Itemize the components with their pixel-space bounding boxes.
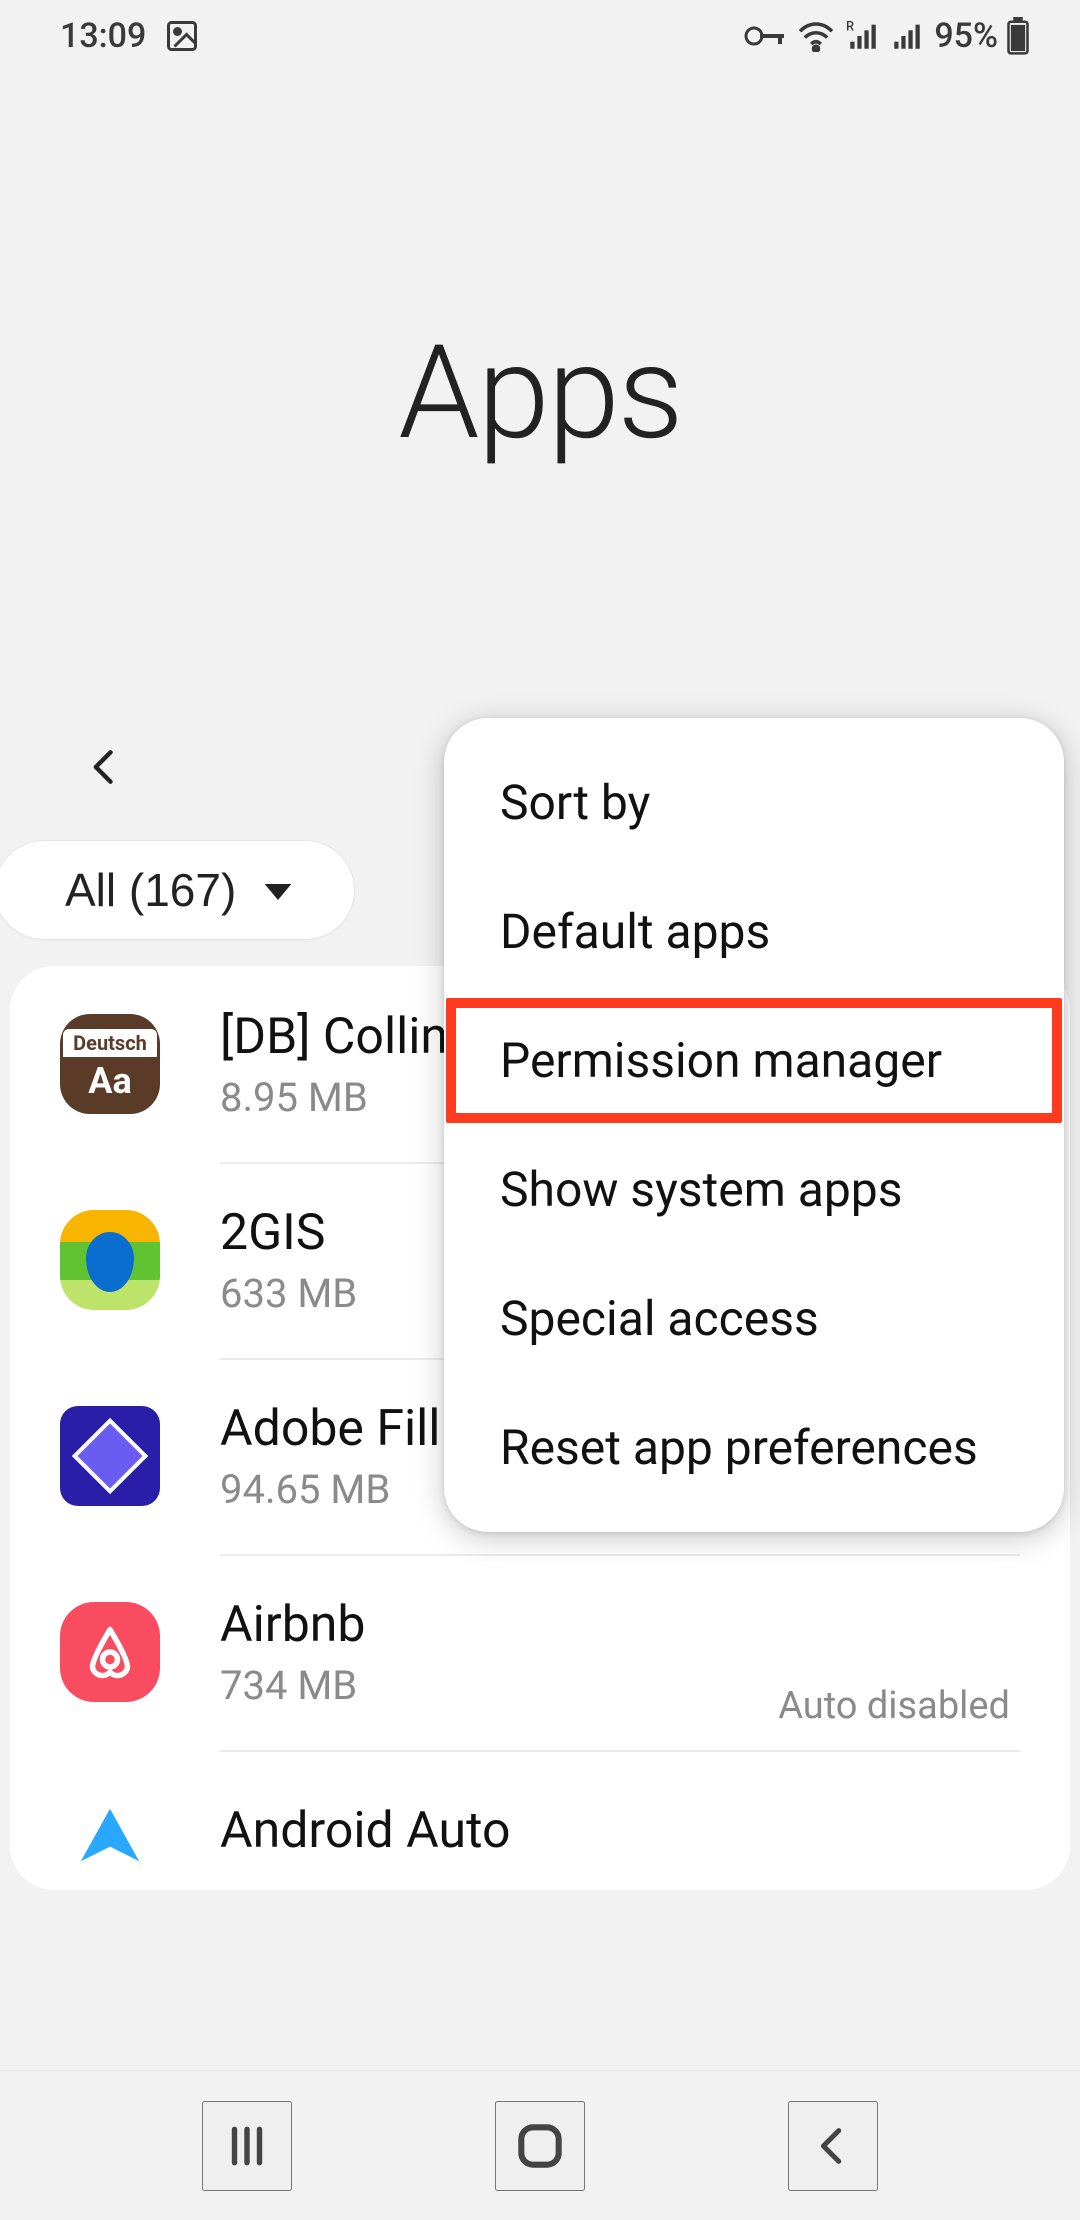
battery-percent: 95% <box>934 16 998 56</box>
key-icon <box>744 24 786 48</box>
app-icon-adobe <box>60 1406 160 1506</box>
app-row[interactable]: Airbnb 734 MB Auto disabled <box>10 1554 1070 1750</box>
signal-roaming-icon: R <box>846 19 880 53</box>
battery-icon <box>1006 17 1030 55</box>
back-icon <box>810 2118 856 2174</box>
status-time: 13:09 <box>60 16 146 56</box>
system-navbar <box>0 2070 1080 2220</box>
page-title: Apps <box>398 316 681 469</box>
app-icon-airbnb <box>60 1602 160 1702</box>
status-left: 13:09 <box>60 16 200 56</box>
nav-back[interactable] <box>788 2101 878 2191</box>
app-note: Auto disabled <box>778 1684 1010 1728</box>
app-icon-2gis <box>60 1210 160 1310</box>
recents-icon <box>222 2121 272 2171</box>
nav-recents[interactable] <box>202 2101 292 2191</box>
app-icon-collins: DeutschAa <box>60 1014 160 1114</box>
signal-icon <box>890 19 924 53</box>
svg-text:R: R <box>846 19 854 34</box>
image-icon <box>164 18 200 54</box>
caret-down-icon <box>262 881 294 903</box>
menu-reset-preferences[interactable]: Reset app preferences <box>444 1383 1064 1512</box>
wifi-icon <box>796 20 836 52</box>
app-row[interactable]: Android Auto <box>10 1750 1070 1890</box>
home-icon <box>512 2118 568 2174</box>
nav-home[interactable] <box>495 2101 585 2191</box>
menu-show-system-apps[interactable]: Show system apps <box>444 1125 1064 1254</box>
status-bar: 13:09 R 95% <box>0 0 1080 72</box>
menu-sort-by[interactable]: Sort by <box>444 738 1064 867</box>
battery-status: 95% <box>934 16 1030 56</box>
app-name: Android Auto <box>220 1802 1020 1860</box>
hero-area: Apps <box>0 72 1080 712</box>
filter-dropdown[interactable]: All (167) <box>0 840 355 940</box>
menu-permission-manager[interactable]: Permission manager <box>444 996 1064 1125</box>
back-button[interactable] <box>60 722 150 812</box>
chevron-left-icon <box>83 738 127 796</box>
filter-label: All (167) <box>65 863 236 917</box>
status-right: R 95% <box>744 16 1030 56</box>
menu-default-apps[interactable]: Default apps <box>444 867 1064 996</box>
menu-special-access[interactable]: Special access <box>444 1254 1064 1383</box>
overflow-menu: Sort by Default apps Permission manager … <box>444 718 1064 1532</box>
app-icon-android-auto <box>60 1785 160 1885</box>
app-name: Airbnb <box>220 1596 1020 1654</box>
